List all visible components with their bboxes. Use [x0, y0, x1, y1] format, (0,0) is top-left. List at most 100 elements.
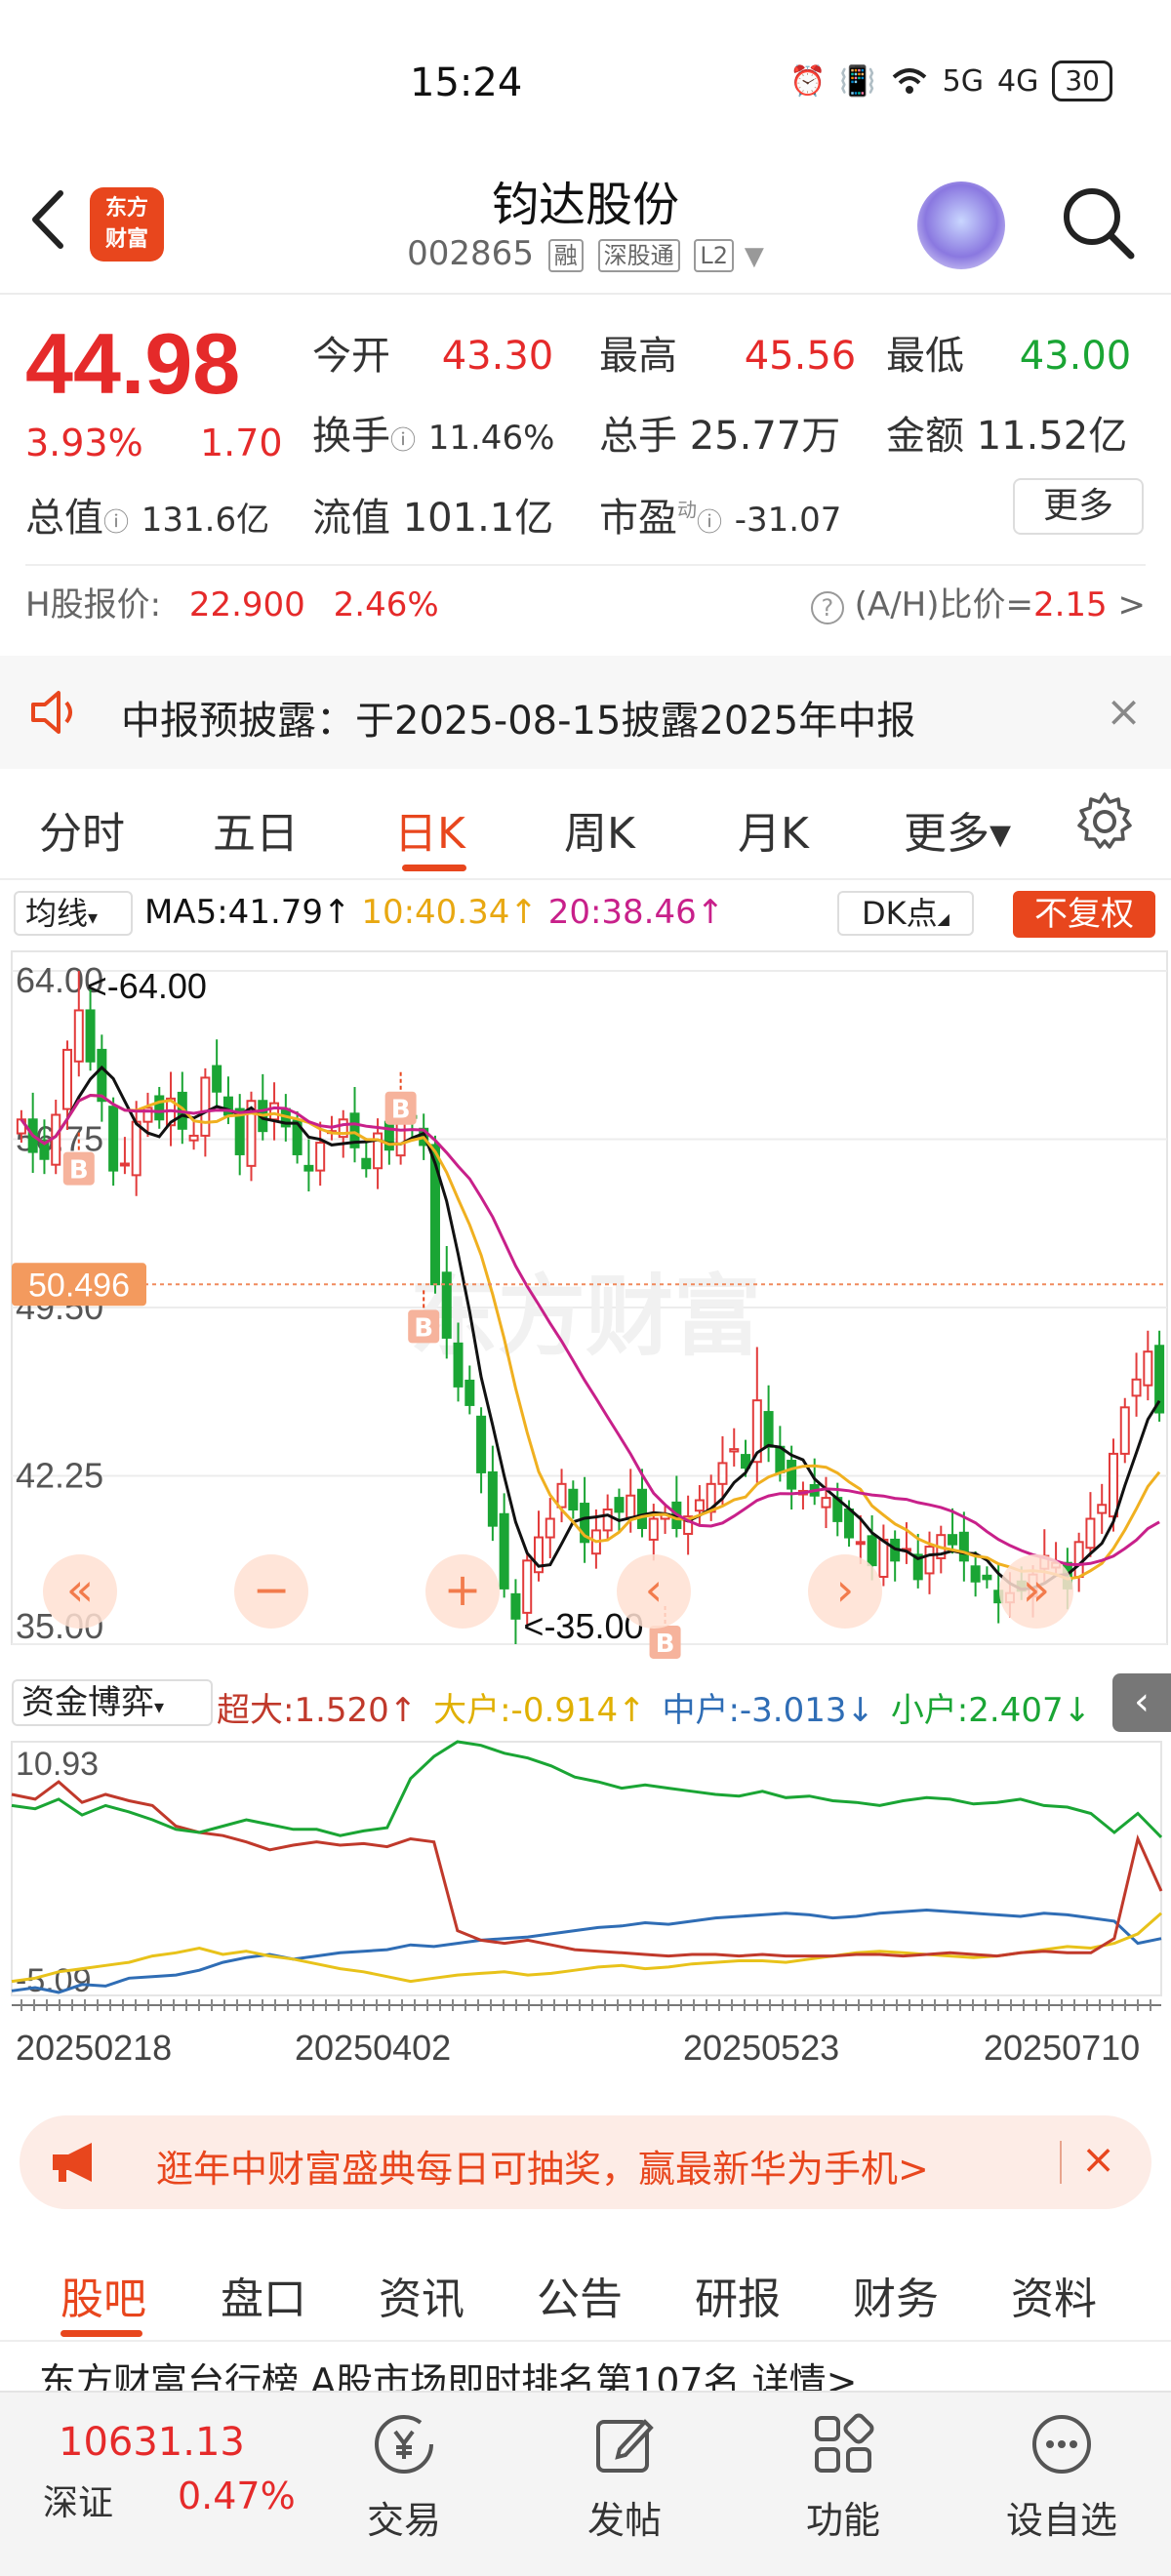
index-value[interactable]: 10631.13	[59, 2420, 245, 2465]
last-price: 44.98	[25, 315, 241, 412]
candle-up	[602, 1509, 613, 1532]
forum-peek-text[interactable]: 东方财富台行榜 A股市场即时排名第107名 详情>	[39, 2352, 1132, 2391]
divider	[1060, 2141, 1062, 2184]
search-icon[interactable]	[1059, 183, 1137, 262]
candle-down	[487, 1470, 498, 1527]
tab-daily-k[interactable]: 日K	[394, 798, 465, 861]
candle-down	[154, 1095, 165, 1121]
mktcap-field[interactable]: 总值ⓘ 131.6亿	[25, 486, 269, 543]
tab-news[interactable]: 资讯	[379, 2264, 464, 2326]
active-tab-indicator	[61, 2330, 142, 2337]
fund-values: 超大:1.520↑ 大户:-0.914↑ 中户:-3.013↓ 小户:2.407…	[217, 1683, 1091, 1731]
chevron-down-icon[interactable]: ▼	[745, 242, 764, 271]
k-line-svg[interactable]: 64.0056.7549.5042.2535.00东方财富50.496<-64.…	[0, 942, 1171, 1673]
medium-value: 中户:-3.013↓	[662, 1691, 874, 1730]
fund-indicator-select[interactable]: 资金博弈▾	[12, 1679, 213, 1726]
open-field: 今开 43.30	[312, 334, 554, 379]
large-value: 大户:-0.914↑	[433, 1691, 646, 1730]
candle-up	[626, 1494, 636, 1519]
pe-value: -31.07	[734, 501, 842, 540]
close-icon[interactable]: ×	[1081, 2135, 1115, 2183]
tab-order-book[interactable]: 盘口	[221, 2264, 306, 2326]
promo-banner[interactable]: 逛年中财富盛典每日可抽奖，赢最新华为手机> ×	[20, 2115, 1151, 2209]
nav-trade[interactable]: 交易	[336, 2410, 472, 2544]
adjust-button[interactable]: 不复权	[1013, 891, 1155, 938]
candle-up	[924, 1546, 935, 1575]
max-label: <-64.00	[87, 966, 207, 1006]
zoom-out-button[interactable]: −	[234, 1554, 308, 1629]
candle-down	[568, 1488, 579, 1511]
ah-value: 2.15	[1032, 585, 1108, 624]
candle-down	[958, 1531, 969, 1562]
candle-up	[1073, 1541, 1084, 1579]
tab-more[interactable]: 更多▾	[904, 798, 1011, 861]
notice-bar[interactable]: 中报预披露：于2025-08-15披露2025年中报 ×	[0, 656, 1171, 769]
quote-panel: 44.98 3.93% 1.70 今开 43.30 最高 45.56 最低 43…	[0, 295, 1171, 656]
tab-announcements[interactable]: 公告	[537, 2264, 623, 2326]
tab-weekly-k[interactable]: 周K	[564, 798, 635, 861]
candle-up	[51, 1113, 61, 1166]
volume-value: 25.77万	[689, 414, 841, 459]
nav-add-watchlist[interactable]: 设自选	[993, 2410, 1130, 2544]
fund-legend-row: 资金博弈▾ 超大:1.520↑ 大户:-0.914↑ 中户:-3.013↓ 小户…	[0, 1673, 1171, 1732]
volume-field: 总手 25.77万	[599, 414, 841, 459]
fund-flow-svg[interactable]: 10.93-5.0920250218 20250402 20250523 202507…	[0, 1732, 1171, 2093]
candle-down	[97, 1048, 107, 1103]
candle-up	[1108, 1452, 1118, 1518]
mktcap-value: 131.6亿	[141, 501, 270, 540]
cursor-value: 50.496	[28, 1267, 130, 1304]
alarm-icon: ⏰	[788, 63, 827, 99]
tab-forum[interactable]: 股吧	[61, 2264, 146, 2326]
turnover-field[interactable]: 换手ⓘ 11.46%	[312, 404, 554, 461]
candle-down	[476, 1415, 487, 1473]
h-share-row[interactable]: H股报价: 22.900 2.46%	[25, 578, 439, 625]
zoom-in-button[interactable]: +	[425, 1554, 500, 1629]
k-line-chart[interactable]: 64.0056.7549.5042.2535.00东方财富50.496<-64.…	[0, 942, 1171, 1673]
more-button[interactable]: 更多	[1013, 478, 1144, 535]
tab-five-day[interactable]: 五日	[213, 798, 299, 861]
candle-up	[1131, 1378, 1142, 1397]
tab-intraday[interactable]: 分时	[39, 798, 125, 861]
battery-icon: 30	[1052, 60, 1112, 101]
tab-research[interactable]: 研报	[695, 2264, 781, 2326]
candle-up	[131, 1120, 141, 1177]
candle-up	[1085, 1517, 1096, 1550]
bottom-nav: 10631.13 深证 0.47% 交易 发帖 功能 设自选	[0, 2391, 1171, 2576]
tab-profile[interactable]: 资料	[1011, 2264, 1097, 2326]
scroll-right-button[interactable]: ›	[808, 1554, 882, 1629]
index-name[interactable]: 深证	[43, 2475, 113, 2525]
turnover-value: 11.46%	[427, 419, 555, 458]
info-icon: ⓘ	[390, 426, 417, 456]
buy-marker-label: B	[391, 1096, 411, 1125]
low-field: 最低 43.00	[886, 334, 1132, 379]
fund-flow-chart[interactable]: 10.93 -5.09 20250218 20250402 20250523 202507…	[0, 1732, 1171, 2093]
buy-marker-label: B	[414, 1313, 433, 1343]
candle-down	[441, 1271, 452, 1339]
change-amount: 1.70	[200, 422, 283, 464]
megaphone-icon	[53, 2143, 92, 2182]
collapse-arrow-icon[interactable]: ‹	[1112, 1673, 1171, 1732]
scroll-left-far-button[interactable]: «	[43, 1554, 117, 1629]
tab-monthly-k[interactable]: 月K	[738, 798, 809, 861]
pe-field[interactable]: 市盈动ⓘ -31.07	[599, 486, 841, 543]
nav-functions[interactable]: 功能	[775, 2410, 911, 2544]
open-value: 43.30	[441, 334, 554, 379]
notice-text: 中报预披露：于2025-08-15披露2025年中报	[121, 699, 916, 744]
y-axis-label: 42.25	[16, 1456, 103, 1496]
candle-down	[361, 1157, 372, 1170]
gear-icon[interactable]	[1073, 790, 1136, 853]
signal-4g-icon: 4G	[997, 63, 1039, 99]
candle-up	[188, 1134, 199, 1142]
h-percent: 2.46%	[333, 585, 439, 624]
ah-ratio-row[interactable]: ? (A/H)比价=2.15 >	[810, 578, 1146, 625]
scroll-left-button[interactable]: ‹	[617, 1554, 691, 1629]
tag-connect: 深股通	[597, 238, 680, 272]
dk-point-button[interactable]: DK点◢	[837, 891, 974, 936]
index-percent[interactable]: 0.47%	[178, 2475, 296, 2517]
indicator-select[interactable]: 均线▾	[14, 891, 133, 936]
robot-avatar[interactable]	[917, 181, 1005, 269]
nav-post[interactable]: 发帖	[556, 2410, 693, 2544]
scroll-end-button[interactable]: »	[999, 1554, 1073, 1629]
close-icon[interactable]: ×	[1106, 687, 1142, 737]
tab-financials[interactable]: 财务	[853, 2264, 939, 2326]
